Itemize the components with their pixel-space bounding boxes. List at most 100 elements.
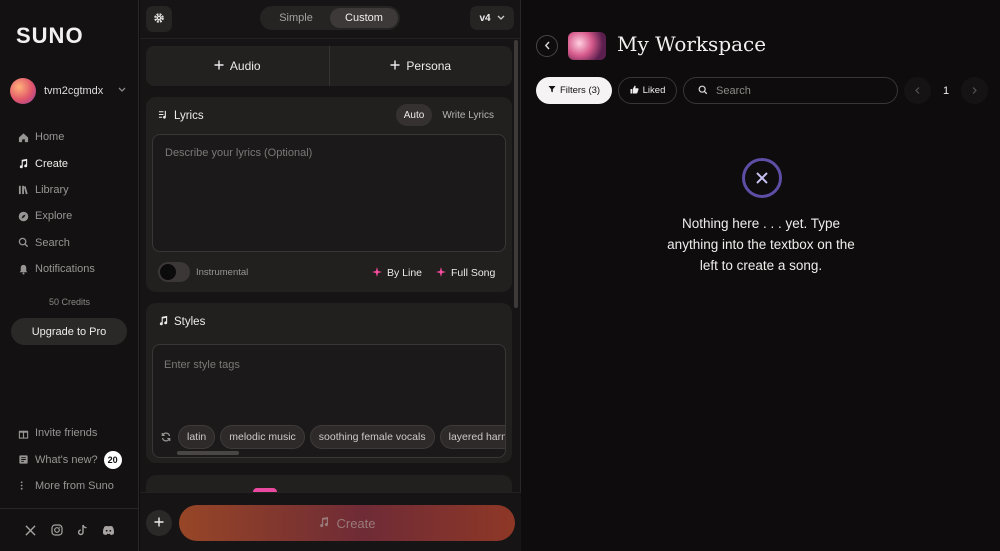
music-note-icon (318, 516, 330, 531)
home-icon (18, 132, 34, 143)
chevron-down-icon (118, 86, 126, 95)
by-line-label: By Line (387, 267, 423, 279)
style-tags: latin melodic music soothing female voca… (159, 425, 505, 449)
filters-label: Filters (3) (559, 85, 601, 96)
sparkle-icon (436, 266, 446, 280)
search-icon (698, 84, 708, 98)
style-tag[interactable]: soothing female vocals (309, 425, 435, 449)
chevron-left-icon (544, 39, 551, 53)
filters-button[interactable]: Filters (3) (536, 77, 612, 104)
model-version-select[interactable]: v4 (470, 6, 514, 30)
search-icon (18, 237, 34, 248)
suno-logo[interactable]: SUNO (16, 23, 84, 49)
instrumental-toggle[interactable] (158, 262, 190, 282)
library-icon (18, 184, 34, 195)
whats-new-badge: 20 (103, 450, 122, 469)
lyrics-icon (158, 109, 169, 123)
chevron-right-icon (972, 86, 977, 96)
version-label: v4 (479, 12, 491, 24)
refresh-icon[interactable] (159, 432, 173, 442)
sidebar-item-whats-new[interactable]: What's new? 20 (18, 446, 122, 472)
gear-icon (153, 12, 165, 27)
sidebar-item-invite[interactable]: Invite friends (18, 420, 122, 446)
upgrade-button[interactable]: Upgrade to Pro (11, 318, 127, 345)
plus-icon (154, 514, 164, 532)
secondary-nav: Invite friends What's new? 20 More from … (18, 420, 122, 499)
music-note-icon (158, 315, 169, 329)
lyrics-mode-write[interactable]: Write Lyrics (434, 104, 502, 126)
sidebar-item-create[interactable]: Create (18, 150, 95, 176)
prev-page-button[interactable] (904, 77, 931, 104)
liked-button[interactable]: Liked (618, 77, 677, 104)
music-note-icon (18, 158, 34, 169)
gift-icon (18, 428, 34, 439)
style-tag[interactable]: layered harmonies (439, 425, 505, 449)
mode-toggle: Simple Custom (260, 6, 400, 30)
workspace-panel: My Workspace Filters (3) Liked 1 Nothing… (521, 0, 1000, 551)
user-menu[interactable]: tvm2cgtmdx (10, 78, 130, 104)
back-button[interactable] (536, 35, 558, 57)
next-page-button[interactable] (961, 77, 988, 104)
mode-custom[interactable]: Custom (330, 8, 398, 28)
add-button[interactable] (146, 510, 172, 536)
add-persona-button[interactable]: Persona (330, 46, 513, 86)
bell-icon (18, 264, 34, 275)
style-tag[interactable]: melodic music (220, 425, 305, 449)
full-song-label: Full Song (451, 267, 496, 279)
add-row: Audio Persona (146, 46, 512, 86)
discord-icon[interactable] (102, 524, 115, 537)
settings-button[interactable] (146, 6, 172, 32)
instagram-icon[interactable] (50, 524, 63, 537)
styles-title-text: Styles (174, 316, 206, 328)
x-icon[interactable] (24, 524, 37, 537)
tiktok-icon[interactable] (76, 524, 89, 537)
empty-state-icon (742, 158, 782, 198)
workspace-search (683, 77, 898, 104)
styles-title: Styles (158, 315, 205, 329)
main-nav: Home Create Library Explore Search Notif… (18, 124, 95, 282)
social-links (0, 508, 139, 551)
thumbs-up-icon (630, 85, 639, 97)
sidebar-item-search[interactable]: Search (18, 230, 95, 256)
full-song-button[interactable]: Full Song (436, 266, 495, 280)
lyrics-title: Lyrics (158, 109, 204, 123)
tags-scrollbar[interactable] (177, 451, 239, 455)
by-line-button[interactable]: By Line (372, 266, 422, 280)
header-divider (140, 38, 521, 39)
sidebar-item-notifications[interactable]: Notifications (18, 256, 95, 282)
add-audio-label: Audio (229, 59, 261, 73)
sidebar-item-label: More from Suno (35, 479, 114, 492)
lyrics-input[interactable]: Describe your lyrics (Optional) (152, 134, 506, 252)
news-icon (18, 454, 34, 465)
instrumental-label: Instrumental (196, 267, 249, 278)
style-placeholder: Enter style tags (164, 359, 240, 371)
panel-scrollbar[interactable] (514, 40, 518, 308)
create-button[interactable]: Create (179, 505, 515, 541)
sparkle-icon (372, 266, 382, 280)
sidebar-item-label: Explore (35, 210, 73, 223)
sidebar-item-library[interactable]: Library (18, 177, 95, 203)
add-audio-button[interactable]: Audio (146, 46, 329, 86)
sidebar-item-label: Library (35, 183, 69, 196)
mode-simple[interactable]: Simple (262, 8, 330, 28)
chevron-down-icon (497, 13, 505, 24)
create-panel: Simple Custom v4 Audio Persona Lyrics Au… (140, 0, 521, 551)
compass-icon (18, 211, 34, 222)
lyrics-title-text: Lyrics (174, 110, 204, 122)
sidebar-item-explore[interactable]: Explore (18, 203, 95, 229)
plus-icon (214, 59, 224, 73)
credits-count: 50 Credits (48, 297, 91, 307)
sidebar: SUNO tvm2cgtmdx Home Create Library Expl… (0, 0, 139, 551)
search-input[interactable] (716, 84, 886, 97)
sidebar-item-label: Search (35, 236, 70, 249)
sidebar-item-more[interactable]: More from Suno (18, 473, 122, 499)
sidebar-item-label: Home (35, 131, 65, 144)
create-bar: Create (140, 492, 521, 551)
sidebar-item-home[interactable]: Home (18, 124, 95, 150)
styles-card: Styles Enter style tags latin melodic mu… (146, 303, 512, 463)
sidebar-item-label: Create (35, 157, 69, 170)
sidebar-item-label: Invite friends (35, 427, 98, 440)
style-tag[interactable]: latin (178, 425, 216, 449)
style-input[interactable]: Enter style tags latin melodic music soo… (152, 344, 506, 458)
lyrics-mode-auto[interactable]: Auto (395, 104, 433, 126)
